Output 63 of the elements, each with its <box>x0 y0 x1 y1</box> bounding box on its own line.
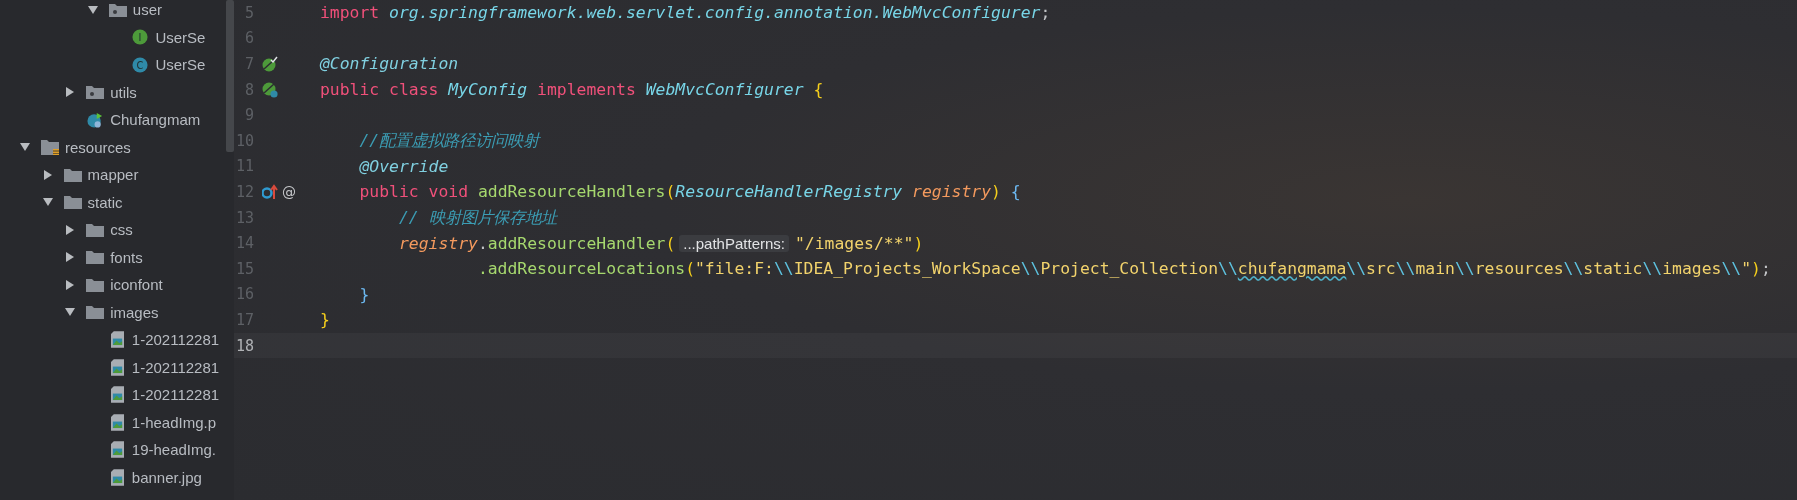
caret-right-icon[interactable] <box>65 252 76 263</box>
caret-down-icon[interactable] <box>65 307 76 318</box>
tree-item[interactable]: utils <box>110 83 137 101</box>
caret-right-icon[interactable] <box>65 87 76 98</box>
folder-icon <box>86 276 105 293</box>
code-text: registry.addResourceHandler( <box>397 233 676 253</box>
code-text: @Configuration <box>320 54 459 74</box>
image-file-icon <box>110 413 124 431</box>
code-text: @Override <box>358 156 449 176</box>
bean-check-icon[interactable] <box>262 56 278 72</box>
code-text: //配置虚拟路径访问映射 <box>358 129 540 152</box>
tree-item[interactable]: 19-headImg. <box>131 441 217 459</box>
interface-icon: I <box>131 29 150 46</box>
code-text: // 映射图片保存地址 <box>397 206 557 229</box>
tree-item[interactable]: 1-202112281 <box>131 331 220 349</box>
folder-icon <box>86 304 105 321</box>
resources-folder-icon <box>41 139 59 156</box>
tree-item[interactable]: static <box>87 193 123 211</box>
line-number: 18 <box>234 336 254 355</box>
image-file-icon <box>110 468 124 486</box>
caret-down-icon[interactable] <box>87 4 98 15</box>
tree-item[interactable]: mapper <box>87 166 139 184</box>
scrollbar-thumb[interactable] <box>226 0 234 152</box>
code-text: import org.springframework.web.servlet.config.annotation.WebMvcConfigurer; <box>320 3 1051 23</box>
caret-right-icon[interactable] <box>65 279 76 290</box>
tree-item[interactable]: banner.jpg <box>131 468 202 486</box>
tree-item[interactable]: Chufangmam <box>110 111 201 129</box>
bean-config-icon[interactable] <box>262 81 278 98</box>
parameter-hint: ...pathPatterns: <box>679 234 789 252</box>
image-file-icon <box>110 358 124 376</box>
image-file-icon <box>110 331 124 349</box>
tree-item[interactable]: 1-202112281 <box>131 358 220 376</box>
class-icon: C <box>131 56 150 73</box>
image-file-icon <box>110 441 124 459</box>
caret-down-icon[interactable] <box>42 197 53 208</box>
image-file-icon <box>110 386 124 404</box>
code-text: public void addResourceHandlers(ResourceHandlerRegistry registry) { <box>358 182 1021 202</box>
tree-item[interactable]: 1-202112281 <box>131 386 220 404</box>
caret-down-icon[interactable] <box>20 142 30 153</box>
tree-item[interactable]: images <box>110 303 159 321</box>
code-text: } <box>358 284 370 304</box>
code-text: } <box>320 310 330 330</box>
folder-icon <box>63 194 82 211</box>
code-text: "/images/**") <box>795 233 924 253</box>
package-icon <box>108 1 127 18</box>
tree-item[interactable]: UserSe <box>155 56 206 74</box>
tree-item[interactable]: fonts <box>110 248 143 266</box>
tree-item[interactable]: 1-headImg.p <box>131 413 217 431</box>
folder-icon <box>86 221 105 238</box>
package-icon <box>86 84 105 101</box>
tree-item[interactable]: css <box>110 221 133 239</box>
tree-item[interactable]: user <box>132 1 162 19</box>
caret-right-icon[interactable] <box>42 169 53 180</box>
folder-icon <box>63 166 82 183</box>
code-text: .addResourceLocations("file:F:\\IDEA_Projects_WorkSpace\\Project_Collection\\chufangmama\\src\\main\\resources\\static\\images\\"); <box>476 259 1771 279</box>
folder-icon <box>86 249 105 266</box>
tree-item[interactable]: UserSe <box>155 28 206 46</box>
caret-right-icon[interactable] <box>65 224 76 235</box>
tree-item[interactable]: iconfont <box>110 276 163 294</box>
override-icon[interactable] <box>262 183 278 200</box>
annotation-mark[interactable]: @ <box>282 183 296 200</box>
tree-item[interactable]: resources <box>65 138 131 156</box>
code-text: public class MyConfig implements WebMvcConfigurer { <box>320 80 824 100</box>
